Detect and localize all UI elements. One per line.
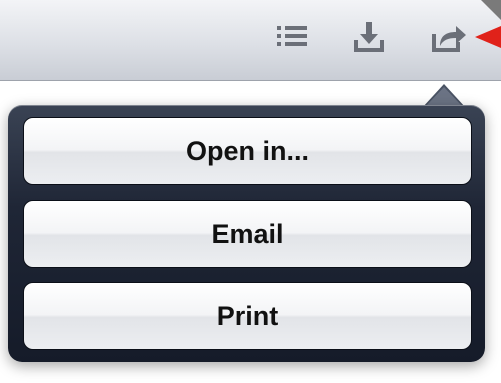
share-button[interactable]	[427, 22, 471, 62]
red-pointer-arrow-icon	[475, 26, 501, 48]
download-icon	[354, 22, 384, 52]
print-button[interactable]: Print	[23, 282, 472, 350]
open-in-button[interactable]: Open in...	[23, 117, 472, 185]
share-popover: Open in... Email Print	[8, 105, 485, 362]
corner-fold	[481, 0, 501, 20]
popover-arrow-highlight	[425, 87, 463, 107]
email-button[interactable]: Email	[23, 200, 472, 268]
toolbar	[0, 0, 501, 81]
list-button[interactable]	[270, 22, 314, 62]
download-button[interactable]	[347, 22, 391, 62]
share-icon	[432, 26, 466, 52]
list-icon	[277, 26, 307, 46]
